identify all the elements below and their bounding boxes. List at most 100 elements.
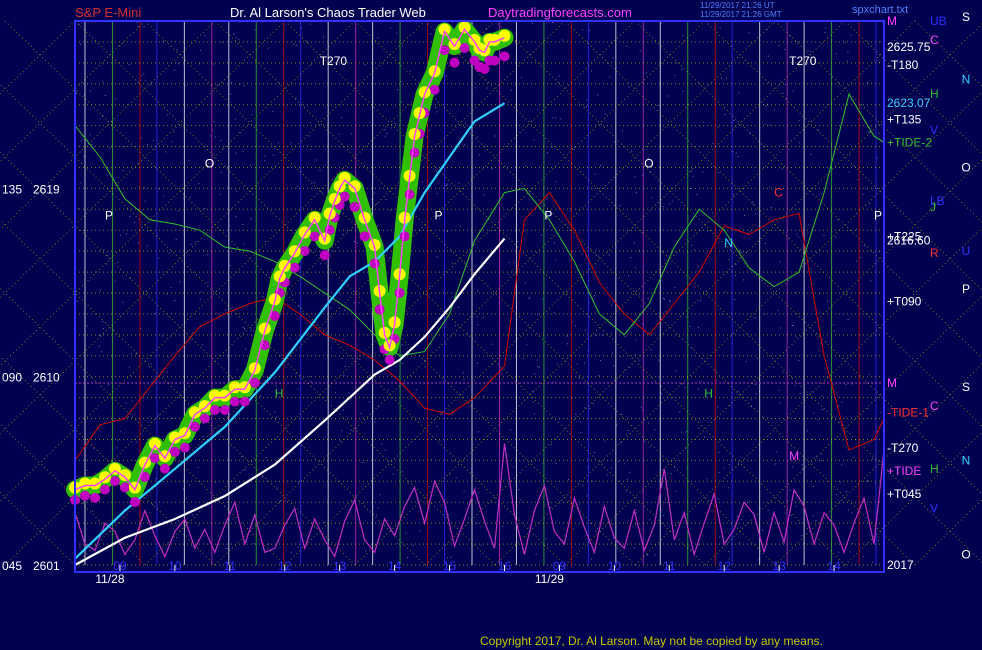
star-dot <box>476 362 478 364</box>
x-tick-label: 09 <box>113 559 127 573</box>
star-dot <box>170 287 172 289</box>
star-dot <box>264 523 266 525</box>
star-dot <box>76 475 78 477</box>
star-dot <box>265 457 267 459</box>
star-dot <box>821 395 823 397</box>
star-dot <box>77 517 79 519</box>
star-dot <box>332 250 334 252</box>
star-dot <box>171 141 173 143</box>
star-dot <box>595 253 597 255</box>
star-dot <box>79 546 81 548</box>
star-dot <box>598 255 600 257</box>
star-dot <box>847 509 849 511</box>
star-dot <box>261 476 263 478</box>
star-dot <box>648 422 650 424</box>
star-dot <box>344 310 346 312</box>
star-dot <box>773 376 774 378</box>
star-dot <box>119 234 121 236</box>
star-dot <box>400 101 402 103</box>
star-dot <box>791 514 793 516</box>
star-dot <box>429 286 431 287</box>
price-low-dot <box>369 258 380 269</box>
star-dot <box>455 325 457 327</box>
star-dot <box>243 243 245 245</box>
star-dot <box>350 133 352 135</box>
star-dot <box>848 171 850 173</box>
star-dot <box>101 351 103 353</box>
star-dot <box>144 79 146 81</box>
star-dot <box>661 251 663 252</box>
chart-annotation: P <box>874 209 882 223</box>
star-dot <box>441 413 443 415</box>
star-dot <box>455 477 457 479</box>
star-dot <box>452 262 454 264</box>
star-dot <box>191 545 193 547</box>
star-dot <box>202 344 204 346</box>
star-dot <box>810 50 812 52</box>
star-dot <box>216 84 218 86</box>
site-url[interactable]: Daytradingforecasts.com <box>488 5 632 20</box>
price-low-dot <box>119 482 130 493</box>
star-dot <box>125 402 127 404</box>
star-dot <box>733 194 735 195</box>
star-dot <box>244 469 246 471</box>
star-dot <box>862 193 864 195</box>
star-dot <box>625 434 627 436</box>
star-dot <box>268 543 270 545</box>
star-dot <box>415 389 417 391</box>
star-dot <box>230 82 232 84</box>
star-dot <box>250 329 252 331</box>
star-dot <box>789 489 791 491</box>
star-dot <box>674 465 675 467</box>
star-dot <box>213 121 215 123</box>
star-dot <box>321 191 323 193</box>
star-dot <box>230 93 232 95</box>
star-dot <box>172 417 174 419</box>
star-dot <box>136 26 138 28</box>
star-dot <box>421 181 423 183</box>
star-dot <box>576 363 578 365</box>
star-dot <box>612 523 614 525</box>
star-dot <box>207 254 209 256</box>
price-low-dot <box>399 231 410 242</box>
star-dot <box>419 530 421 532</box>
star-dot <box>278 142 279 144</box>
star-dot <box>584 407 586 409</box>
price-high-dot <box>148 437 161 450</box>
x-tick-label: 10 <box>168 559 182 573</box>
star-dot <box>798 120 800 122</box>
star-dot <box>453 460 455 462</box>
star-dot <box>574 325 576 327</box>
star-dot <box>430 458 432 460</box>
star-dot <box>483 194 485 196</box>
star-dot <box>792 90 794 92</box>
planet-label: UB <box>930 14 947 28</box>
star-dot <box>436 425 438 427</box>
star-dot <box>310 64 312 66</box>
star-dot <box>868 131 870 133</box>
star-dot <box>778 523 780 525</box>
star-dot <box>168 252 170 254</box>
star-dot <box>309 135 310 137</box>
star-dot <box>784 48 786 50</box>
star-dot <box>764 124 766 126</box>
star-dot <box>698 326 699 328</box>
star-dot <box>669 203 671 205</box>
star-dot <box>635 192 637 193</box>
far-right-label: O <box>961 548 970 562</box>
star-dot <box>508 273 510 275</box>
star-dot <box>102 328 104 329</box>
star-dot <box>115 98 117 100</box>
x-tick-label: 12 <box>718 559 732 573</box>
star-dot <box>239 414 240 416</box>
star-dot <box>235 37 237 39</box>
chart-file-tag: spxchart.txt <box>852 4 909 16</box>
star-dot <box>264 241 266 243</box>
star-dot <box>663 514 665 516</box>
star-dot <box>609 76 611 78</box>
x-tick-label: 12 <box>278 559 292 573</box>
star-dot <box>264 155 266 157</box>
far-right-label: N <box>962 453 971 467</box>
star-dot <box>841 464 843 466</box>
star-dot <box>620 442 622 444</box>
